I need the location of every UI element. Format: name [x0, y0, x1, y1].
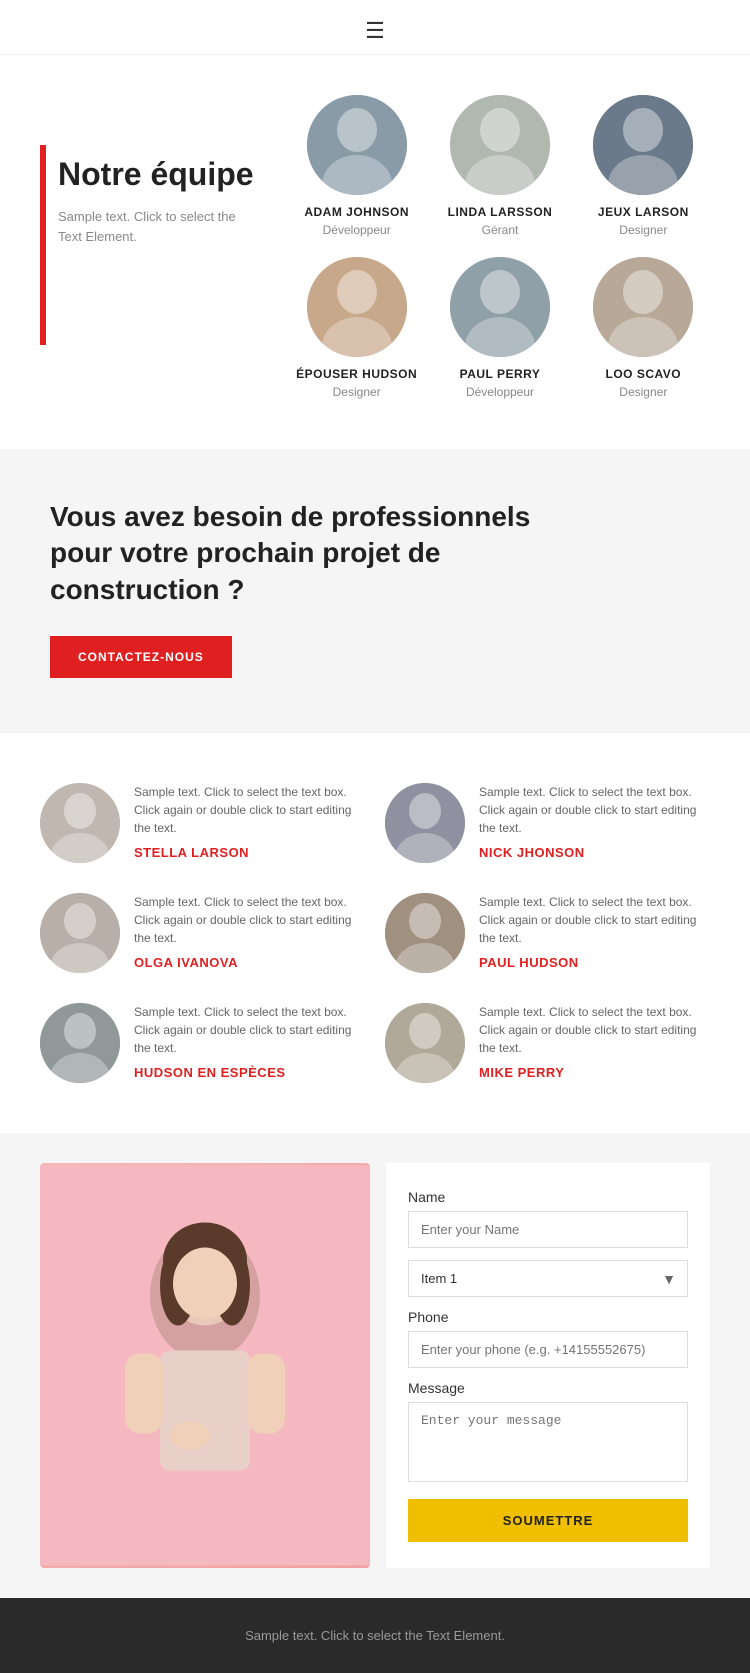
contact-section: Name Item 1 Item 2 Item 3 ▼ Phone Messag…: [0, 1133, 750, 1598]
list-content: Sample text. Click to select the text bo…: [134, 1003, 365, 1080]
member-name: ÉPOUSER HUDSON: [296, 367, 417, 381]
list-name: STELLA LARSON: [134, 845, 365, 860]
team-member: ADAM JOHNSON Développeur: [290, 95, 423, 237]
name-label: Name: [408, 1189, 688, 1205]
list-name: HUDSON EN ESPÈCES: [134, 1065, 365, 1080]
list-item: Sample text. Click to select the text bo…: [385, 893, 710, 973]
cta-title: Vous avez besoin de professionnels pour …: [50, 499, 570, 608]
team-member: ÉPOUSER HUDSON Designer: [290, 257, 423, 399]
list-description: Sample text. Click to select the text bo…: [134, 1003, 365, 1057]
avatar: [450, 257, 550, 357]
team-member: LINDA LARSSON Gérant: [433, 95, 566, 237]
contact-image: [40, 1163, 370, 1568]
list-name: OLGA IVANOVA: [134, 955, 365, 970]
header: ☰: [0, 0, 750, 55]
team-list-section: Sample text. Click to select the text bo…: [0, 733, 750, 1133]
list-content: Sample text. Click to select the text bo…: [479, 783, 710, 860]
contact-button[interactable]: CONTACTEZ-NOUS: [50, 636, 232, 678]
list-name: PAUL HUDSON: [479, 955, 710, 970]
member-name: LOO SCAVO: [606, 367, 682, 381]
member-role: Développeur: [466, 385, 534, 399]
submit-button[interactable]: SOUMETTRE: [408, 1499, 688, 1542]
member-role: Designer: [619, 223, 667, 237]
member-name: JEUX LARSON: [598, 205, 689, 219]
list-item: Sample text. Click to select the text bo…: [40, 1003, 365, 1083]
member-name: PAUL PERRY: [460, 367, 541, 381]
cta-section: Vous avez besoin de professionnels pour …: [0, 449, 750, 733]
team-list-grid: Sample text. Click to select the text bo…: [40, 783, 710, 1083]
list-item: Sample text. Click to select the text bo…: [40, 893, 365, 973]
phone-input[interactable]: [408, 1331, 688, 1368]
avatar: [385, 893, 465, 973]
member-name: LINDA LARSSON: [448, 205, 553, 219]
member-role: Designer: [619, 385, 667, 399]
list-item: Sample text. Click to select the text bo…: [385, 1003, 710, 1083]
member-role: Gérant: [482, 223, 519, 237]
member-role: Designer: [333, 385, 381, 399]
list-name: NICK JHONSON: [479, 845, 710, 860]
list-content: Sample text. Click to select the text bo…: [479, 893, 710, 970]
contact-form: Name Item 1 Item 2 Item 3 ▼ Phone Messag…: [386, 1163, 710, 1568]
avatar: [40, 783, 120, 863]
list-name: MIKE PERRY: [479, 1065, 710, 1080]
member-name: ADAM JOHNSON: [304, 205, 409, 219]
select-wrapper: Item 1 Item 2 Item 3 ▼: [408, 1260, 688, 1297]
message-label: Message: [408, 1380, 688, 1396]
list-content: Sample text. Click to select the text bo…: [134, 893, 365, 970]
list-description: Sample text. Click to select the text bo…: [479, 783, 710, 837]
avatar: [450, 95, 550, 195]
list-item: Sample text. Click to select the text bo…: [385, 783, 710, 863]
team-title: Notre équipe: [40, 155, 260, 193]
red-accent-bar: [40, 145, 46, 345]
avatar: [307, 257, 407, 357]
team-intro: Notre équipe Sample text. Click to selec…: [40, 95, 260, 399]
list-item: Sample text. Click to select the text bo…: [40, 783, 365, 863]
list-description: Sample text. Click to select the text bo…: [134, 893, 365, 947]
menu-icon[interactable]: ☰: [365, 18, 385, 44]
footer: Sample text. Click to select the Text El…: [0, 1598, 750, 1673]
list-description: Sample text. Click to select the text bo…: [479, 1003, 710, 1057]
list-content: Sample text. Click to select the text bo…: [134, 783, 365, 860]
avatar: [40, 1003, 120, 1083]
avatar: [385, 1003, 465, 1083]
team-member: PAUL PERRY Développeur: [433, 257, 566, 399]
category-select[interactable]: Item 1 Item 2 Item 3: [408, 1260, 688, 1297]
footer-text: Sample text. Click to select the Text El…: [30, 1628, 720, 1643]
avatar: [40, 893, 120, 973]
avatar: [593, 257, 693, 357]
list-description: Sample text. Click to select the text bo…: [479, 893, 710, 947]
team-member: LOO SCAVO Designer: [577, 257, 710, 399]
message-input[interactable]: [408, 1402, 688, 1482]
member-role: Développeur: [323, 223, 391, 237]
avatar: [307, 95, 407, 195]
team-description: Sample text. Click to select the Text El…: [40, 207, 260, 246]
avatar: [385, 783, 465, 863]
team-section: Notre équipe Sample text. Click to selec…: [0, 55, 750, 449]
list-content: Sample text. Click to select the text bo…: [479, 1003, 710, 1080]
list-description: Sample text. Click to select the text bo…: [134, 783, 365, 837]
avatar: [593, 95, 693, 195]
team-member: JEUX LARSON Designer: [577, 95, 710, 237]
phone-label: Phone: [408, 1309, 688, 1325]
name-input[interactable]: [408, 1211, 688, 1248]
team-grid: ADAM JOHNSON Développeur LINDA LARSSON G…: [290, 95, 710, 399]
